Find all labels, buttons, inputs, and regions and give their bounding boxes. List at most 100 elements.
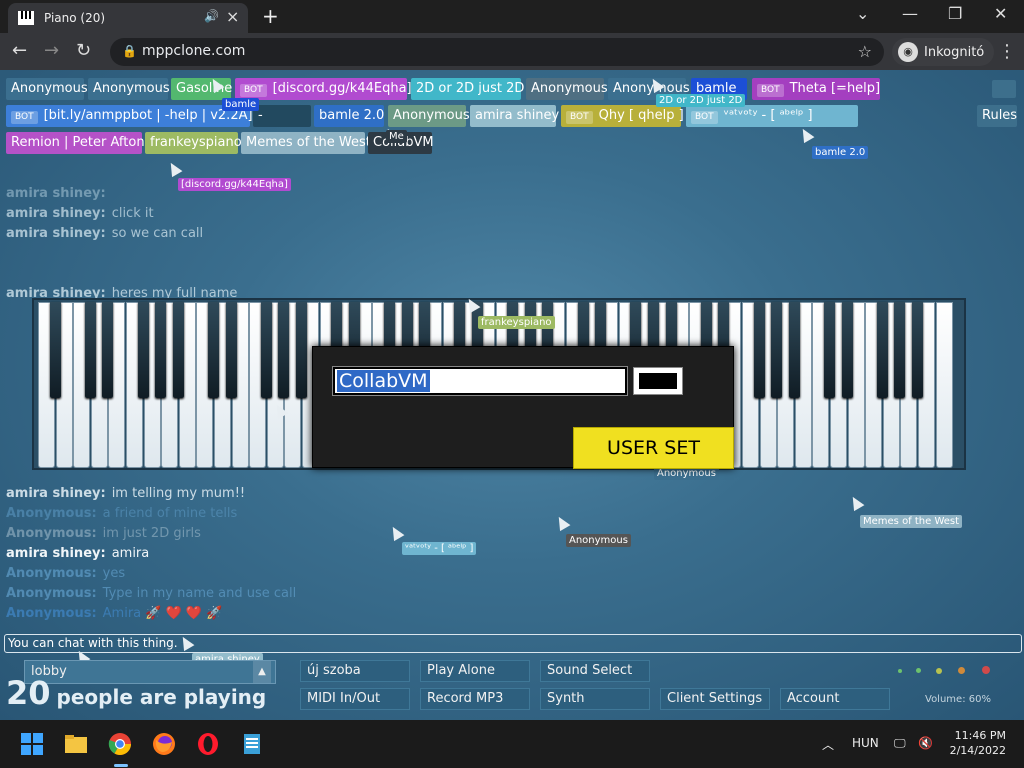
close-window-icon[interactable]: ✕ <box>994 4 1007 23</box>
user-tag[interactable]: Anonymous <box>6 78 88 100</box>
account-button[interactable]: Account <box>780 688 890 710</box>
bookmark-star-icon[interactable]: ☆ <box>858 42 872 61</box>
cursor-label: bamle <box>222 98 260 111</box>
black-key[interactable] <box>753 302 765 398</box>
back-icon[interactable]: ← <box>12 40 27 61</box>
menu-kebab-icon[interactable]: ⋮ <box>998 41 1016 62</box>
user-tag[interactable]: - <box>253 105 311 127</box>
chat-message: amira shiney: click it <box>6 204 626 224</box>
black-key[interactable] <box>137 302 149 398</box>
network-icon[interactable]: 🖵 <box>894 736 906 751</box>
user-tag[interactable]: BOT Qhy [ qhelp ] <box>561 105 684 127</box>
restore-icon[interactable]: ❐ <box>948 4 962 23</box>
chrome-icon[interactable] <box>108 732 132 756</box>
user-tag-label: Anonymous <box>531 81 608 96</box>
mpp-page: Anonymous Anonymous Gasoline BOT [discord.gg… <box>0 70 1024 720</box>
record-mp3-button[interactable]: Record MP3 <box>420 688 530 710</box>
user-tag[interactable]: 2D or 2D just 2D <box>411 78 524 100</box>
close-tab-icon[interactable]: × <box>226 7 239 26</box>
chat-author: Anonymous: <box>6 606 97 621</box>
black-key[interactable] <box>788 302 800 398</box>
chat-text: Type in my name and use call <box>102 586 297 601</box>
client-settings-button[interactable]: Client Settings <box>660 688 770 710</box>
user-tag-label: frankeyspiano <box>150 135 242 150</box>
user-tag-label: amira shiney <box>475 108 560 123</box>
midi-button[interactable]: MIDI In/Out <box>300 688 410 710</box>
bottom-bar: lobby ▲ 20 people are playing új szoba Pl… <box>0 654 1024 720</box>
new-tab-icon[interactable]: + <box>262 4 279 28</box>
user-tag[interactable]: Anonymous <box>526 78 608 100</box>
user-tag-label: - <box>258 108 263 123</box>
black-key[interactable] <box>260 302 272 398</box>
color-picker[interactable] <box>633 367 683 395</box>
black-key[interactable] <box>172 302 184 398</box>
black-key[interactable] <box>824 302 835 398</box>
user-tag[interactable]: BOT [discord.gg/k44Eqha] <box>235 78 412 100</box>
user-tag[interactable]: Rules <box>977 105 1017 127</box>
user-tag[interactable]: Anonymous <box>88 78 170 100</box>
user-tag[interactable]: BOT ᵛᵃᵗᵛᵒᵗʸ - [ ᵃᵇᵉˡᵖ ] <box>686 105 858 127</box>
tab-search-icon[interactable]: ⌄ <box>856 4 869 23</box>
chat-message: Anonymous: Type in my name and use call <box>6 584 626 604</box>
name-change-modal: CollabVM USER SET <box>312 346 734 469</box>
url-text: mppclone.com <box>142 43 246 59</box>
cursor-label: frankeyspiano <box>478 316 555 329</box>
black-key[interactable] <box>912 302 923 398</box>
language-indicator[interactable]: HUN <box>852 736 879 750</box>
user-tag[interactable]: Gasoline <box>171 78 232 100</box>
volume-mute-icon[interactable]: 🔇 <box>918 736 933 750</box>
name-input[interactable]: CollabVM <box>332 366 628 396</box>
chat-text: yes <box>102 566 126 581</box>
user-tag[interactable]: frankeyspiano <box>145 132 242 154</box>
taskbar: ︿ HUN 🖵 🔇 11:46 PM 2/14/2022 <box>0 720 1024 768</box>
user-tag[interactable]: BOT [bit.ly/anmppbot | -help | v2.2A] <box>6 105 253 127</box>
user-tag[interactable]: Anonymous <box>388 105 470 127</box>
black-key[interactable] <box>225 302 237 398</box>
black-key[interactable] <box>84 302 96 398</box>
user-tag[interactable]: BOT Theta [=help] <box>752 78 880 100</box>
lock-icon[interactable]: 🔒 <box>122 44 137 58</box>
white-key[interactable] <box>935 302 953 468</box>
windows-start-icon[interactable] <box>20 732 44 756</box>
user-tag[interactable]: bamle 2.0 <box>314 105 384 127</box>
forward-icon[interactable]: → <box>44 40 59 61</box>
bot-badge: BOT <box>566 111 593 124</box>
black-key[interactable] <box>155 302 167 398</box>
reload-icon[interactable]: ↻ <box>76 40 91 61</box>
incognito-indicator[interactable]: ◉ Inkognitó <box>892 38 995 66</box>
user-set-button[interactable]: USER SET <box>573 427 734 469</box>
new-room-button[interactable]: új szoba <box>300 660 410 682</box>
minimize-icon[interactable]: — <box>902 4 918 23</box>
synth-button[interactable]: Synth <box>540 688 650 710</box>
black-key[interactable] <box>208 302 219 398</box>
black-key[interactable] <box>771 302 783 398</box>
volume-dots[interactable] <box>898 666 998 676</box>
sound-select-button[interactable]: Sound Select <box>540 660 650 682</box>
black-key[interactable] <box>841 302 853 398</box>
chat-author: Anonymous: <box>6 566 97 581</box>
black-key[interactable] <box>296 302 307 398</box>
player-count: 20 people are playing <box>6 674 267 712</box>
black-key[interactable] <box>49 302 61 398</box>
play-alone-button[interactable]: Play Alone <box>420 660 530 682</box>
black-key[interactable] <box>278 302 290 398</box>
file-explorer-icon[interactable] <box>64 732 88 756</box>
chat-input[interactable]: You can chat with this thing. <box>4 634 1022 653</box>
firefox-icon[interactable] <box>152 732 176 756</box>
browser-tab[interactable]: Piano (20) 🔊 × <box>8 3 248 33</box>
chat-author: amira shiney: <box>6 186 106 201</box>
black-key[interactable] <box>894 302 906 398</box>
user-tag[interactable]: Remion | Peter Afton <box>6 132 145 154</box>
black-key[interactable] <box>876 302 888 398</box>
black-key[interactable] <box>102 302 114 398</box>
volume-label: Volume: 60% <box>925 694 991 705</box>
speaker-icon[interactable]: 🔊 <box>204 9 219 23</box>
address-bar[interactable]: 🔒 mppclone.com ☆ <box>110 38 884 66</box>
user-tag[interactable]: amira shiney <box>470 105 560 127</box>
user-tag[interactable]: Memes of the West <box>241 132 371 154</box>
tray-chevron-icon[interactable]: ︿ <box>822 736 834 753</box>
expand-icon[interactable] <box>992 80 1016 98</box>
taskbar-clock[interactable]: 11:46 PM 2/14/2022 <box>948 728 1006 758</box>
opera-icon[interactable] <box>196 732 220 756</box>
notepad-icon[interactable] <box>240 732 264 756</box>
